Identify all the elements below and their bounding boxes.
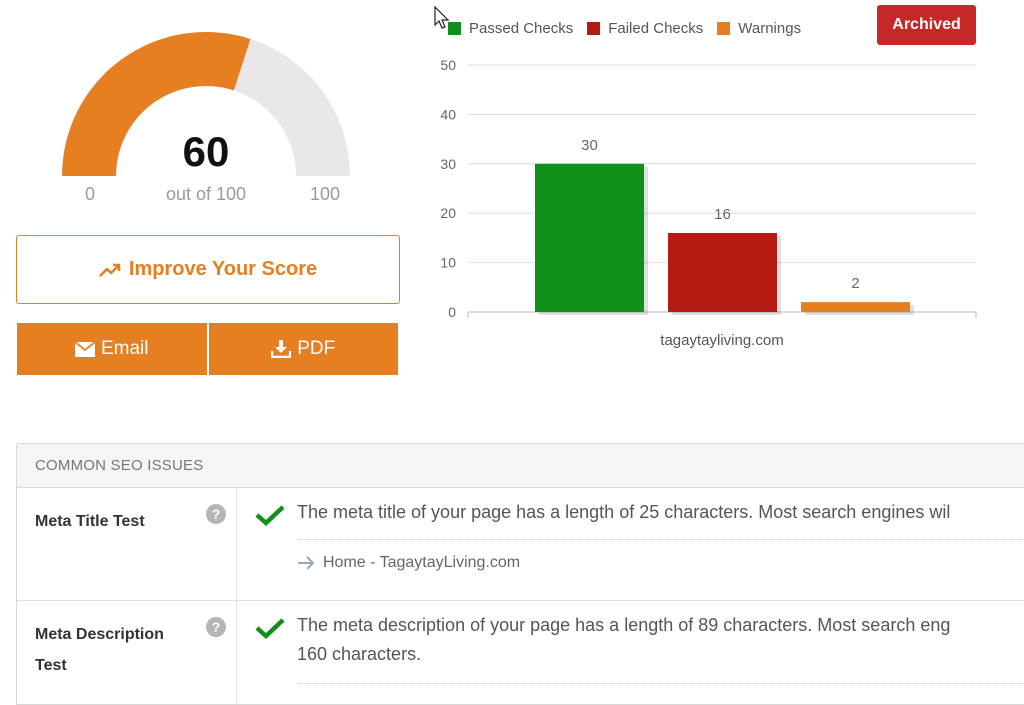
y-tick-label: 40: [440, 106, 456, 122]
score-value: 60: [182, 128, 230, 175]
improve-score-label: Improve Your Score: [128, 258, 318, 280]
email-button[interactable]: Email: [17, 323, 207, 375]
issue-name-cell: Meta Title Test ?: [17, 488, 237, 600]
gauge-subtitle: out of 100: [165, 184, 247, 204]
bar-shadow: [805, 305, 914, 315]
y-tick-label: 20: [440, 205, 456, 221]
legend-label-failed: Failed Checks: [608, 20, 704, 37]
gauge-max-label: 100: [309, 184, 341, 204]
y-tick-label: 0: [448, 304, 456, 320]
y-tick-label: 10: [440, 255, 456, 271]
issue-row-meta-description: Meta Description Test ? The meta descrip…: [17, 601, 1024, 704]
issue-detail: Home - TagaytayLiving.com: [297, 554, 1024, 572]
mouse-cursor-icon: [434, 6, 450, 29]
data-label: 16: [714, 206, 731, 223]
issue-name: Meta Description Test: [35, 626, 164, 674]
issue-message-line-2: 160 characters.: [297, 644, 422, 664]
issue-row-meta-title: Meta Title Test ? The meta title of your…: [17, 488, 1024, 601]
help-icon[interactable]: ?: [206, 617, 226, 637]
issue-message: The meta description of your page has a …: [297, 611, 1024, 669]
trending-up-icon: [98, 263, 121, 277]
arrow-right-icon: [298, 556, 315, 570]
download-icon: [271, 340, 292, 358]
legend-label-passed: Passed Checks: [469, 20, 574, 37]
improve-score-button[interactable]: Improve Your Score: [16, 235, 400, 304]
dotted-divider: [297, 683, 1024, 684]
bar-warnings: [801, 302, 910, 312]
legend-item-warnings[interactable]: Warnings: [717, 20, 801, 37]
legend-swatch-warnings: [717, 22, 731, 35]
bar-passed-checks: [535, 163, 644, 312]
y-tick-label: 50: [440, 57, 456, 73]
issue-name-cell: Meta Description Test ?: [17, 601, 237, 704]
issue-body-cell: The meta description of your page has a …: [237, 601, 1024, 704]
x-category-label: tagaytayliving.com: [660, 332, 783, 349]
issue-message: The meta title of your page has a length…: [297, 502, 951, 522]
chart-legend: Passed Checks Failed Checks Warnings: [448, 20, 815, 37]
bar-chart: 0 10 20 30 40 50 30 16 2 tagaytayliving.com: [440, 57, 977, 349]
gauge-min-label: 0: [84, 184, 95, 204]
legend-item-failed[interactable]: Failed Checks: [587, 20, 703, 37]
panel-heading: COMMON SEO ISSUES: [17, 444, 1024, 488]
issue-detail-text: Home - TagaytayLiving.com: [323, 554, 521, 571]
bar-shadow: [672, 235, 781, 315]
bar-shadow: [539, 166, 648, 315]
data-label: 2: [851, 275, 859, 292]
email-label: Email: [100, 338, 149, 359]
checkmark-icon: [255, 618, 285, 639]
issue-name: Meta Title Test: [35, 513, 145, 530]
help-icon[interactable]: ?: [206, 504, 226, 524]
issue-message-line-1: The meta description of your page has a …: [297, 615, 951, 635]
checks-chart: Passed Checks Failed Checks Warnings 0 10…: [430, 0, 1024, 360]
envelope-icon: [74, 341, 95, 357]
pdf-label: PDF: [297, 338, 336, 359]
legend-label-warnings: Warnings: [738, 20, 802, 37]
y-tick-label: 30: [440, 156, 456, 172]
pdf-button[interactable]: PDF: [208, 323, 398, 375]
issue-body-cell: The meta title of your page has a length…: [237, 488, 1024, 600]
dotted-divider: [297, 539, 1024, 540]
bar-failed-checks: [668, 232, 777, 312]
legend-swatch-failed: [587, 22, 601, 35]
legend-item-passed[interactable]: Passed Checks: [448, 20, 573, 37]
data-label: 30: [581, 137, 598, 154]
common-seo-issues-panel: COMMON SEO ISSUES Meta Title Test ? The …: [16, 443, 1024, 705]
archived-button[interactable]: Archived: [877, 5, 976, 45]
export-buttons: Email PDF: [17, 323, 398, 375]
checkmark-icon: [255, 505, 285, 526]
